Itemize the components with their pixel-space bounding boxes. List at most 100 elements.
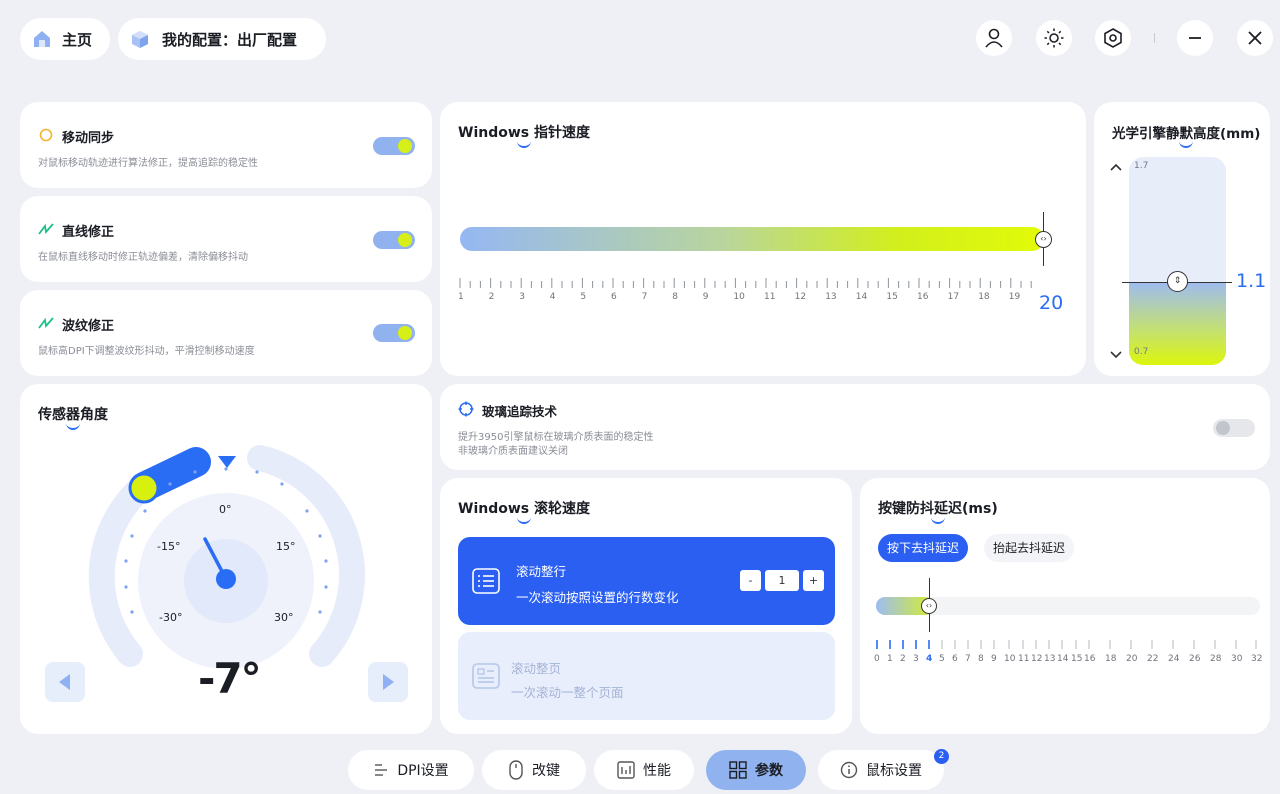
pointer-speed-tick-label: 2 [488,292,495,302]
config-label: 我的配置：出厂配置 [162,30,298,49]
lod-value: 1.1 [1236,270,1267,292]
angle-label-minus30: -30° [159,611,183,624]
lod-handle[interactable]: ⇕ [1167,271,1188,292]
pointer-speed-tick-label: 12 [794,292,807,302]
angle-increase-button[interactable] [368,662,408,702]
tab-release-debounce[interactable]: 抬起去抖延迟 [984,534,1074,562]
page-icon [472,663,500,689]
home-button[interactable]: 主页 [20,18,110,60]
pointer-speed-tick-label: 1 [458,292,464,302]
tab-mouse-settings-label: 鼠标设置 [866,763,922,779]
user-button[interactable] [976,20,1012,56]
scroll-page-option[interactable]: 滚动整页 一次滚动一整个页面 [458,632,835,720]
debounce-handle[interactable]: ‹› [921,598,937,614]
angle-label-plus30: 30° [274,611,294,624]
zigzag-icon [38,223,54,235]
triangle-left-icon [59,674,70,690]
cube-icon [132,31,148,48]
pointer-speed-value: 20 [1039,292,1064,314]
scroll-lines-minus-button[interactable]: - [740,570,761,591]
tab-key-remap-label: 改键 [532,763,560,779]
glass-tracking-desc-2: 非玻璃介质表面建议关闭 [458,446,568,457]
pointer-speed-tick-label: 8 [672,292,678,302]
debounce-tick-label: 32 [1251,654,1263,664]
pointer-speed-tick-label: 10 [733,292,745,302]
lod-max-label: 1.7 [1134,161,1149,171]
motion-sync-toggle[interactable] [373,137,415,155]
tab-press-debounce[interactable]: 按下去抖延迟 [878,534,968,562]
tab-dpi-settings[interactable]: DPI设置 [348,750,474,790]
debounce-tick-label: 2 [900,654,906,664]
debounce-tick-label: 4 [926,654,933,664]
debounce-title: 按键防抖延迟(ms) [878,498,998,524]
debounce-tick-label: 7 [965,654,971,664]
scroll-speed-card: Windows 滚轮速度 滚动整行 一次滚动按照设置的行数变化 - 1 + 滚动… [440,478,852,734]
minimize-button[interactable] [1177,20,1213,56]
debounce-tick-label: 14 [1057,654,1069,664]
list-icon [472,568,500,594]
chevron-down-icon[interactable] [1109,350,1123,360]
sensor-angle-card: 传感器角度 0° -15° 15° -30° 30° -7° [20,384,432,734]
debounce-tick-label: 28 [1210,654,1222,664]
scroll-lines-input[interactable]: 1 [765,570,799,591]
debounce-card: 按键防抖延迟(ms) 按下去抖延迟 抬起去抖延迟 ‹› 0 1 2 3 4 5 6 7 8 9 10… [860,478,1270,734]
motion-sync-card: 移动同步 对鼠标移动轨迹进行算法修正，提高追踪的稳定性 [20,102,432,188]
ripple-correction-card: 波纹修正 鼠标高DPI下调整波纹形抖动，平滑控制移动速度 [20,290,432,376]
scroll-line-option[interactable]: 滚动整行 一次滚动按照设置的行数变化 - 1 + [458,537,835,625]
user-icon [985,28,1003,48]
debounce-tick-label: 11 [1018,654,1030,664]
debounce-tick-label: 12 [1031,654,1043,664]
debounce-tick-label: 18 [1105,654,1117,664]
angle-decrease-button[interactable] [45,662,85,702]
pointer-speed-tick-label: 11 [764,292,776,302]
pointer-speed-tick-label: 16 [917,292,929,302]
tab-performance[interactable]: 性能 [594,750,694,790]
debounce-tick-label: 20 [1126,654,1138,664]
straight-correction-desc: 在鼠标直线移动时修正轨迹偏差，清除偏移抖动 [38,252,248,263]
triangle-right-icon [383,674,394,690]
minimize-icon [1189,37,1201,39]
glass-tracking-toggle[interactable] [1213,419,1255,437]
glass-tracking-desc-1: 提升3950引擎鼠标在玻璃介质表面的稳定性 [458,432,654,443]
motion-sync-desc: 对鼠标移动轨迹进行算法修正，提高追踪的稳定性 [38,158,258,169]
ripple-correction-toggle[interactable] [373,324,415,342]
debounce-ruler [876,640,1257,649]
glass-tracking-card: 玻璃追踪技术 提升3950引擎鼠标在玻璃介质表面的稳定性 非玻璃介质表面建议关闭 [440,384,1270,470]
pointer-speed-tick-label: 9 [702,292,709,302]
straight-correction-card: 直线修正 在鼠标直线移动时修正轨迹偏差，清除偏移抖动 [20,196,432,282]
scroll-line-title: 滚动整行 [516,564,567,579]
ripple-correction-title: 波纹修正 [62,319,115,334]
scroll-lines-plus-button[interactable]: + [803,570,824,591]
settings-hex-icon [1104,28,1122,48]
pointer-speed-tick-label: 19 [1008,292,1021,302]
tab-parameters-label: 参数 [755,763,783,779]
tab-mouse-settings[interactable]: 鼠标设置 [818,750,944,790]
notification-badge: 2 [934,749,949,764]
pointer-speed-tick-label: 15 [886,292,898,302]
crosshair-icon [458,401,474,417]
brightness-button[interactable] [1036,20,1072,56]
tab-parameters[interactable]: 参数 [706,750,806,790]
tab-key-remap[interactable]: 改键 [482,750,586,790]
performance-chart-icon [617,761,635,779]
straight-correction-toggle[interactable] [373,231,415,249]
debounce-tick-label: 15 [1071,654,1083,664]
debounce-tick-label: 30 [1231,654,1243,664]
sensor-angle-value: -7° [198,654,262,703]
lod-track[interactable] [1129,157,1226,365]
debounce-tick-label: 22 [1147,654,1159,664]
debounce-tick-label: 13 [1044,654,1056,664]
tab-performance-label: 性能 [643,763,671,779]
pointer-speed-tick-label: 6 [611,292,617,302]
tab-dpi-label: DPI设置 [397,763,449,779]
pointer-speed-track[interactable] [460,227,1044,251]
pointer-speed-title: Windows 指针速度 [458,122,590,148]
settings-button[interactable] [1095,20,1131,56]
config-selector[interactable]: 我的配置：出厂配置 [118,18,326,60]
debounce-tick-label: 9 [991,654,997,664]
debounce-tick-label: 0 [874,654,880,664]
close-button[interactable] [1237,20,1273,56]
chevron-up-icon[interactable] [1109,162,1123,172]
pointer-speed-handle[interactable]: ‹› [1035,231,1052,248]
debounce-tick-label: 26 [1189,654,1201,664]
